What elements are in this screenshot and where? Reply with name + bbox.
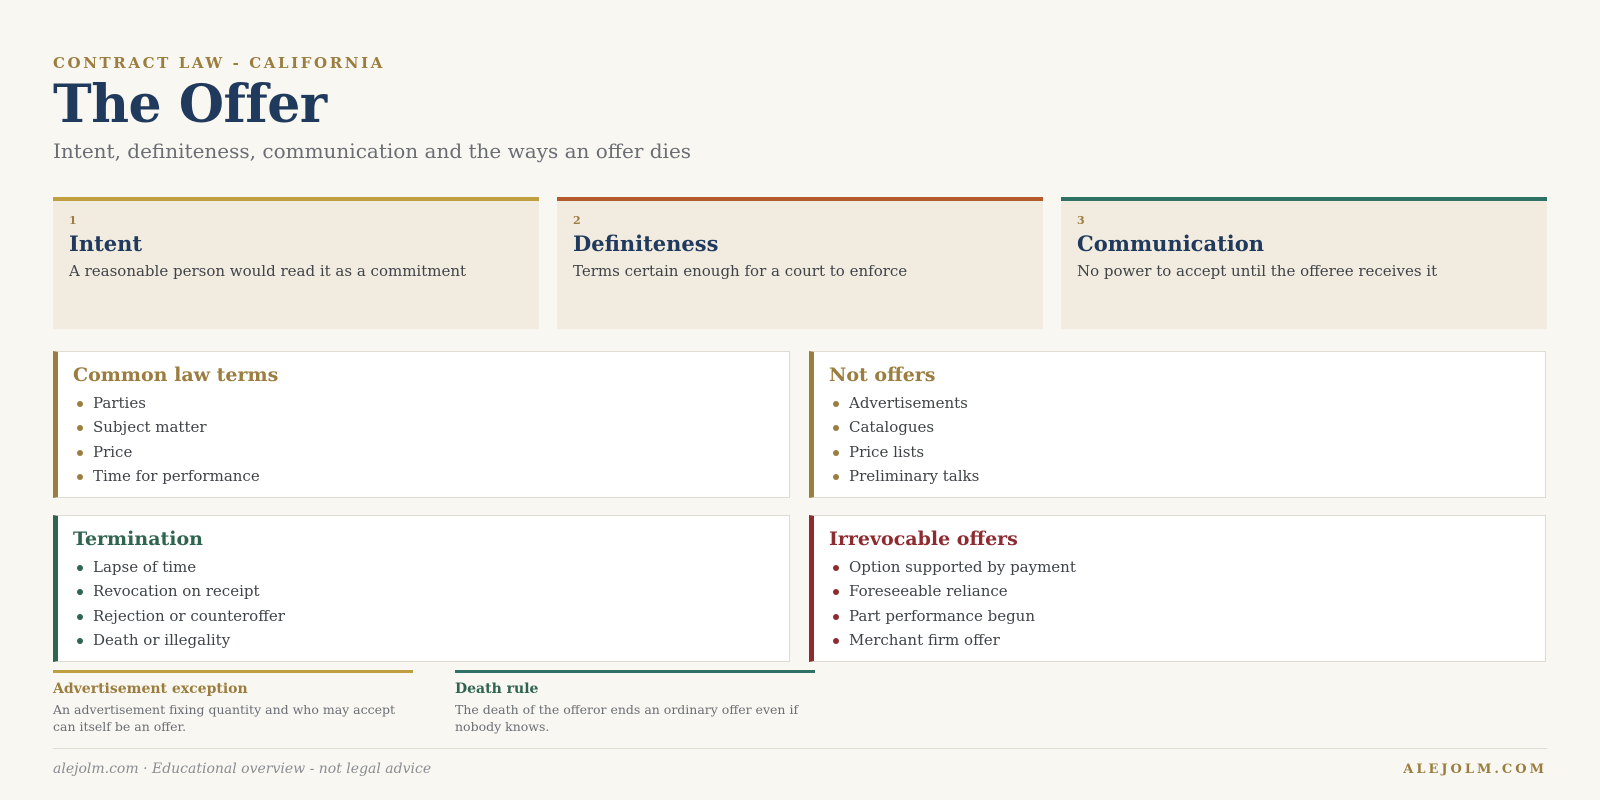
list-item: Death or illegality [73,628,771,652]
page: CONTRACT LAW - CALIFORNIA The Offer Inte… [53,0,1547,800]
note-death-rule: Death rule The death of the offeror ends… [455,670,815,735]
note-body: The death of the offeror ends an ordinar… [455,702,799,734]
list-item: Catalogues [829,415,1527,439]
panel-common-law-terms: Common law terms Parties Subject matter … [53,351,790,498]
panel-list: Option supported by payment Foreseeable … [829,555,1527,652]
panel-title: Common law terms [73,364,279,386]
panel-termination: Termination Lapse of time Revocation on … [53,515,790,662]
list-item: Preliminary talks [829,464,1527,488]
panel-irrevocable-offers: Irrevocable offers Option supported by p… [809,515,1546,662]
pillar-title: Communication [1077,231,1265,256]
panel-title: Irrevocable offers [829,528,1018,550]
pillar-title: Intent [69,231,143,256]
list-item: Price [73,440,771,464]
list-item: Subject matter [73,415,771,439]
pillar-number: 2 [573,214,581,227]
footer-site-link[interactable]: ALEJOLM.COM [1403,762,1547,777]
list-item: Lapse of time [73,555,771,579]
note-advertisement-exception: Advertisement exception An advertisement… [53,670,413,735]
list-item: Price lists [829,440,1527,464]
footer-disclaimer: alejolm.com · Educational overview - not… [53,761,432,777]
note-body: An advertisement fixing quantity and who… [53,702,396,734]
note-title: Death rule [455,681,539,697]
panel-list: Advertisements Catalogues Price lists Pr… [829,391,1527,488]
list-item: Part performance begun [829,604,1527,628]
pillar-description: Terms certain enough for a court to enfo… [573,262,908,280]
page-title: The Offer [53,74,327,135]
list-item: Rejection or counteroffer [73,604,771,628]
list-item: Parties [73,391,771,415]
eyebrow-label: CONTRACT LAW - CALIFORNIA [53,54,385,72]
panel-title: Not offers [829,364,936,386]
list-item: Foreseeable reliance [829,579,1527,603]
panel-not-offers: Not offers Advertisements Catalogues Pri… [809,351,1546,498]
pillar-number: 1 [69,214,77,227]
page-subtitle: Intent, definiteness, communication and … [53,139,692,163]
pillar-communication: 3 Communication No power to accept until… [1061,197,1547,329]
panel-list: Parties Subject matter Price Time for pe… [73,391,771,488]
note-title: Advertisement exception [53,681,248,697]
pillars-row: 1 Intent A reasonable person would read … [53,197,1547,329]
pillar-intent: 1 Intent A reasonable person would read … [53,197,539,329]
list-item: Revocation on receipt [73,579,771,603]
list-item: Time for performance [73,464,771,488]
list-item: Advertisements [829,391,1527,415]
pillar-description: No power to accept until the offeree rec… [1077,262,1438,280]
list-item: Option supported by payment [829,555,1527,579]
panel-title: Termination [73,528,203,550]
pillar-number: 3 [1077,214,1085,227]
pillar-title: Definiteness [573,231,719,256]
pillar-definiteness: 2 Definiteness Terms certain enough for … [557,197,1043,329]
panel-list: Lapse of time Revocation on receipt Reje… [73,555,771,652]
pillar-description: A reasonable person would read it as a c… [69,262,467,280]
list-item: Merchant firm offer [829,628,1527,652]
footer-divider [53,748,1547,749]
